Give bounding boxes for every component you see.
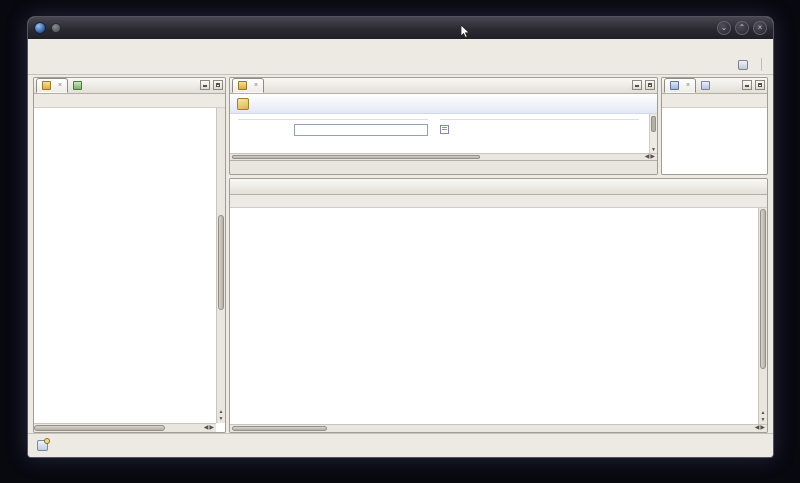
- section-title: [238, 117, 428, 120]
- tab-task-list[interactable]: [696, 78, 718, 93]
- form-page-header: [230, 94, 657, 114]
- menu-bar: [28, 39, 773, 55]
- form-vscrollbar[interactable]: ▲ ▼: [649, 114, 657, 153]
- tab-type-hierarchy[interactable]: [68, 78, 90, 93]
- console-view: ▲▼ ◀▶: [229, 178, 768, 433]
- explorer-vscrollbar[interactable]: ▲▼: [216, 108, 225, 423]
- scroll-thumb[interactable]: [232, 426, 327, 431]
- explorer-toolbar: [34, 94, 225, 108]
- form-page-title: [237, 98, 254, 110]
- console-output-area[interactable]: ▲▼: [230, 208, 767, 424]
- open-perspective-button[interactable]: [731, 58, 755, 72]
- editor-outline-row: ×: [229, 77, 768, 175]
- scroll-thumb[interactable]: [760, 209, 766, 369]
- window-controls: ⌄ ⌃ ×: [717, 21, 767, 35]
- outline-view: ×: [661, 77, 768, 175]
- explorer-tree[interactable]: ▲▼ ◀▶: [34, 108, 225, 432]
- minimize-view-icon[interactable]: [742, 80, 752, 90]
- console-tab-row: [230, 179, 767, 195]
- tab-outline[interactable]: ×: [664, 78, 696, 93]
- plugin-icon: [237, 98, 249, 110]
- type-hierarchy-icon: [73, 81, 82, 90]
- task-list-icon: [701, 81, 710, 90]
- window-menu-icon[interactable]: [34, 22, 46, 34]
- mouse-cursor: [461, 25, 470, 38]
- status-bar: [28, 433, 773, 457]
- open-perspective-icon: [738, 60, 748, 70]
- minimize-button[interactable]: ⌄: [717, 21, 731, 35]
- plugin-manifest-icon: [238, 81, 247, 90]
- maximize-view-icon[interactable]: [213, 80, 223, 90]
- statusbar-trim-icon[interactable]: [37, 440, 48, 451]
- manifest-editor: ×: [229, 77, 658, 175]
- right-column: ×: [229, 77, 768, 433]
- console-hscrollbar[interactable]: ◀▶: [230, 424, 767, 432]
- title-bar[interactable]: ⌄ ⌃ ×: [28, 17, 773, 39]
- outline-icon: [670, 81, 679, 90]
- close-icon[interactable]: ×: [686, 82, 690, 89]
- tab-editor-modelvalidator[interactable]: ×: [232, 78, 264, 93]
- overview-form-body: ▲ ▼: [230, 114, 657, 153]
- eclipse-window: ⌄ ⌃ × ×: [27, 16, 774, 458]
- close-button[interactable]: ×: [753, 21, 767, 35]
- plugin-content-section: [440, 117, 647, 153]
- app-icon: [51, 23, 61, 33]
- main-toolbar: [28, 55, 773, 75]
- outline-tab-row: ×: [662, 78, 767, 94]
- form-hscrollbar[interactable]: ◀▶: [230, 153, 657, 160]
- workbench-area: × ▲▼ ◀▶: [28, 75, 773, 433]
- editor-tab-row: ×: [230, 78, 657, 94]
- general-information-section: [238, 117, 428, 153]
- section-title: [440, 117, 639, 120]
- close-icon[interactable]: ×: [58, 82, 62, 89]
- form-page-tabs: [230, 160, 657, 174]
- close-icon[interactable]: ×: [254, 82, 258, 89]
- maximize-view-icon[interactable]: [755, 80, 765, 90]
- tab-project-explorer[interactable]: ×: [36, 78, 68, 93]
- explorer-hscrollbar[interactable]: ◀▶: [34, 423, 216, 432]
- maximize-button[interactable]: ⌃: [735, 21, 749, 35]
- plugin-id-input[interactable]: [294, 124, 428, 136]
- scroll-thumb[interactable]: [651, 116, 656, 132]
- outline-toolbar: [662, 94, 767, 108]
- scroll-thumb[interactable]: [232, 155, 480, 159]
- outline-tree[interactable]: [662, 108, 767, 174]
- minimize-view-icon[interactable]: [632, 80, 642, 90]
- project-explorer-icon: [42, 81, 51, 90]
- scroll-thumb[interactable]: [218, 215, 224, 310]
- explorer-tab-row: ×: [34, 78, 225, 94]
- perspective-bar: [731, 58, 768, 72]
- project-explorer-view: × ▲▼ ◀▶: [33, 77, 226, 433]
- minimize-view-icon[interactable]: [200, 80, 210, 90]
- id-field-row: [238, 124, 428, 136]
- console-status-row: [230, 195, 767, 208]
- maximize-view-icon[interactable]: [645, 80, 655, 90]
- dependencies-page-icon: [440, 125, 449, 134]
- scroll-thumb[interactable]: [34, 425, 165, 431]
- console-vscrollbar[interactable]: ▲▼: [758, 208, 767, 424]
- dependencies-bullet: [440, 124, 639, 134]
